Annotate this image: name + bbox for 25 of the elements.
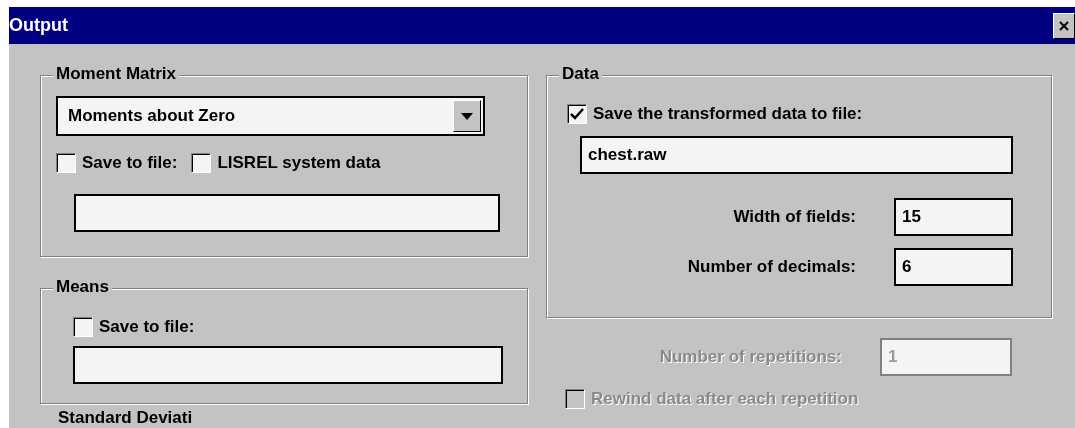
dropdown[interactable]: Moments about Zero [56,96,485,136]
number-input-field[interactable]: 15 [894,197,1013,236]
dropdown-value: Moments about Zero [68,105,236,128]
checkbox-label: Save to file: [99,316,195,338]
checkbox-label: Rewind data after each repetition [591,388,859,410]
window-title: Output [9,14,68,37]
close-button[interactable] [1053,12,1075,39]
file-input-field[interactable] [73,345,503,384]
dropdown-button[interactable] [453,100,481,132]
checkbox-label: Save the transformed data to file: [593,103,863,125]
field-label: Number of decimals: [687,255,856,278]
checkbox-label: Save to file: [82,152,178,174]
file-input-field[interactable]: chest.raw [580,135,1013,174]
checkbox[interactable] [73,316,93,337]
checkbox[interactable] [191,152,212,173]
file-input-field[interactable] [74,193,500,232]
field-label: Width of fields: [733,205,856,228]
checkbox[interactable] [567,103,587,124]
field-label: Number of repetitions: [659,346,842,369]
number-input-field[interactable]: 6 [894,247,1013,286]
close-icon [1059,20,1069,31]
checkbox[interactable] [56,152,76,173]
checkbox-label: LISREL system data [217,152,381,174]
group-title: Standard Deviati [58,408,194,428]
caret-icon [461,112,473,120]
